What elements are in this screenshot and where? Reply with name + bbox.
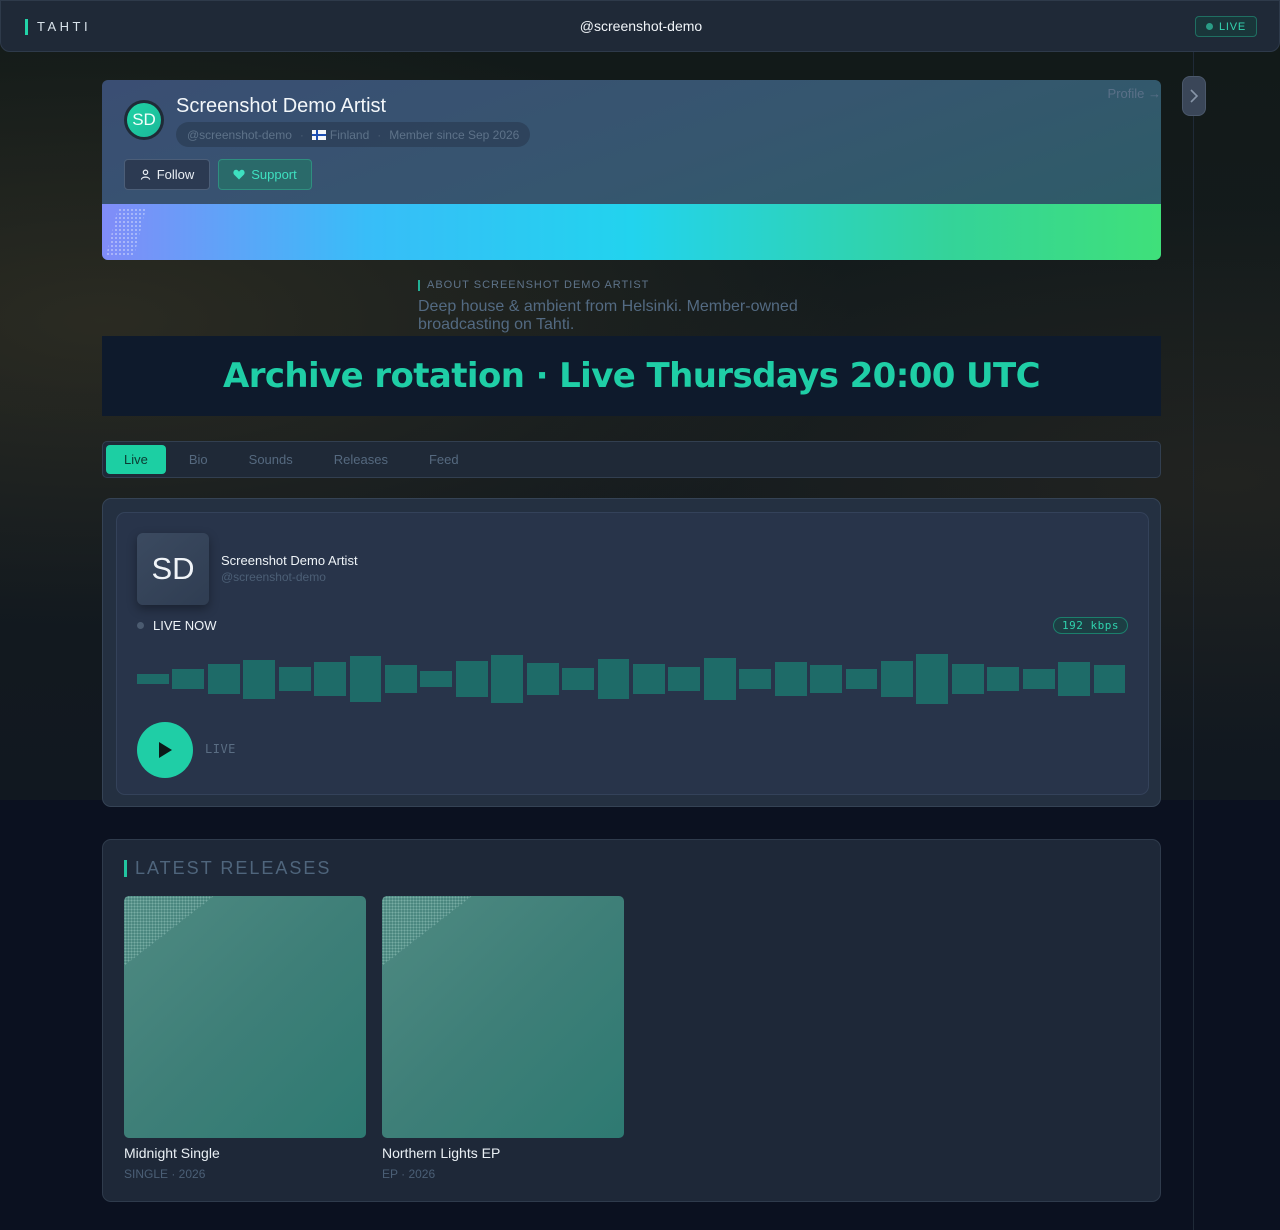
artist-name: Screenshot Demo Artist: [176, 95, 387, 117]
waveform-bar: [703, 657, 736, 701]
schedule-text: Archive rotation · Live Thursdays 20:00 …: [222, 356, 1041, 396]
waveform-bar: [881, 660, 913, 698]
tab-live[interactable]: Live: [106, 445, 166, 474]
waveform-bar: [207, 663, 240, 695]
heart-icon: [233, 169, 245, 180]
country-label: Finland: [329, 127, 370, 142]
waveform-bar: [385, 665, 417, 693]
live-now-indicator: LIVE NOW: [137, 618, 217, 633]
profile-handle: @screenshot-demo: [187, 127, 292, 142]
waveform-bar: [172, 669, 205, 689]
meta-separator: ·: [377, 127, 382, 142]
waveform-bar: [774, 662, 807, 696]
waveform-bar: [562, 668, 595, 690]
tab-sounds[interactable]: Sounds: [231, 445, 311, 474]
play-icon: [159, 742, 172, 758]
release-cover[interactable]: [382, 896, 624, 1138]
user-icon: [140, 169, 150, 180]
avatar: SD: [124, 100, 164, 140]
waveform: [137, 653, 1129, 705]
tab-feed[interactable]: Feed: [411, 445, 477, 474]
live-player: SD Screenshot Demo Artist @screenshot-de…: [116, 512, 1149, 795]
waveform-bar: [314, 661, 347, 697]
release-cover[interactable]: [124, 896, 366, 1138]
waveform-bar: [137, 673, 169, 685]
profile-card: Profile → SD Screenshot Demo Artist @scr…: [102, 80, 1161, 260]
waveform-bar: [597, 658, 630, 699]
waveform-bar: [845, 668, 878, 690]
waveform-bar: [1022, 669, 1055, 689]
header-handle: @screenshot-demo: [579, 18, 703, 34]
support-button[interactable]: Support: [218, 159, 312, 190]
right-rail-divider: [1193, 52, 1194, 1230]
about-heading: ABOUT SCREENSHOT DEMO ARTIST: [418, 280, 649, 291]
waveform-bar: [951, 664, 984, 694]
tab-releases[interactable]: Releases: [316, 445, 406, 474]
waveform-bar: [278, 667, 311, 691]
play-button[interactable]: [137, 722, 193, 778]
avatar-initials: SD: [127, 103, 161, 137]
waveform-bar: [810, 665, 843, 693]
release-title[interactable]: Northern Lights EP: [382, 1145, 624, 1161]
releases-heading: LATEST RELEASES: [124, 859, 331, 877]
live-status-badge: LIVE: [1195, 16, 1257, 37]
waveform-bar: [243, 659, 276, 699]
profile-meta: @screenshot-demo · Finland · Member sinc…: [176, 122, 531, 147]
waveform-bar: [1093, 664, 1126, 694]
cover-pattern: [382, 896, 472, 966]
live-now-dot-icon: [137, 622, 144, 629]
schedule-banner: Archive rotation · Live Thursdays 20:00 …: [102, 336, 1161, 416]
release-title[interactable]: Midnight Single: [124, 1145, 366, 1161]
waveform-bar: [916, 653, 949, 705]
release-meta: EP · 2026: [382, 1167, 436, 1181]
member-since: Member since Sep 2026: [389, 127, 520, 142]
live-now-label: LIVE NOW: [153, 618, 217, 633]
player-handle: @screenshot-demo: [221, 570, 326, 584]
player-avatar: SD: [137, 533, 209, 605]
support-button-label: Support: [251, 167, 297, 182]
waveform-bar: [1058, 662, 1091, 696]
follow-button-label: Follow: [156, 167, 195, 182]
waveform-bar: [455, 660, 488, 698]
expand-panel-button[interactable]: [1182, 76, 1206, 116]
banner-pattern: [106, 208, 146, 256]
profile-banner: [102, 204, 1161, 260]
meta-separator: ·: [299, 127, 304, 142]
latest-releases-section: LATEST RELEASES Midnight Single SINGLE ·…: [102, 839, 1161, 1202]
waveform-bar: [633, 664, 665, 694]
player-artist-name: Screenshot Demo Artist: [221, 553, 358, 568]
live-player-panel: SD Screenshot Demo Artist @screenshot-de…: [102, 498, 1161, 807]
waveform-bar: [420, 671, 453, 687]
waveform-bar: [526, 663, 559, 695]
release-card[interactable]: Midnight Single SINGLE · 2026: [124, 896, 366, 1181]
finland-flag-icon: [311, 129, 326, 140]
release-meta: SINGLE · 2026: [124, 1167, 206, 1181]
top-bar: TAHTI @screenshot-demo LIVE: [0, 0, 1280, 52]
profile-tabs: Live Bio Sounds Releases Feed: [102, 441, 1161, 478]
chevron-right-icon: [1190, 89, 1199, 103]
cover-pattern: [124, 896, 214, 966]
play-status-label: LIVE: [205, 742, 236, 756]
profile-country: Finland: [311, 127, 370, 142]
waveform-bar: [987, 667, 1020, 691]
waveform-bar: [349, 656, 382, 702]
live-badge-label: LIVE: [1218, 20, 1247, 33]
waveform-bar: [491, 654, 524, 704]
tab-bio[interactable]: Bio: [171, 445, 226, 474]
waveform-bar: [668, 667, 701, 691]
profile-link[interactable]: Profile →: [1108, 86, 1161, 101]
live-dot-icon: [1205, 23, 1213, 30]
follow-button[interactable]: Follow: [124, 159, 210, 190]
release-card[interactable]: Northern Lights EP EP · 2026: [382, 896, 624, 1181]
waveform-bar: [739, 669, 772, 689]
about-text: Deep house & ambient from Helsinki. Memb…: [418, 298, 798, 333]
bitrate-badge: 192 kbps: [1053, 617, 1128, 634]
